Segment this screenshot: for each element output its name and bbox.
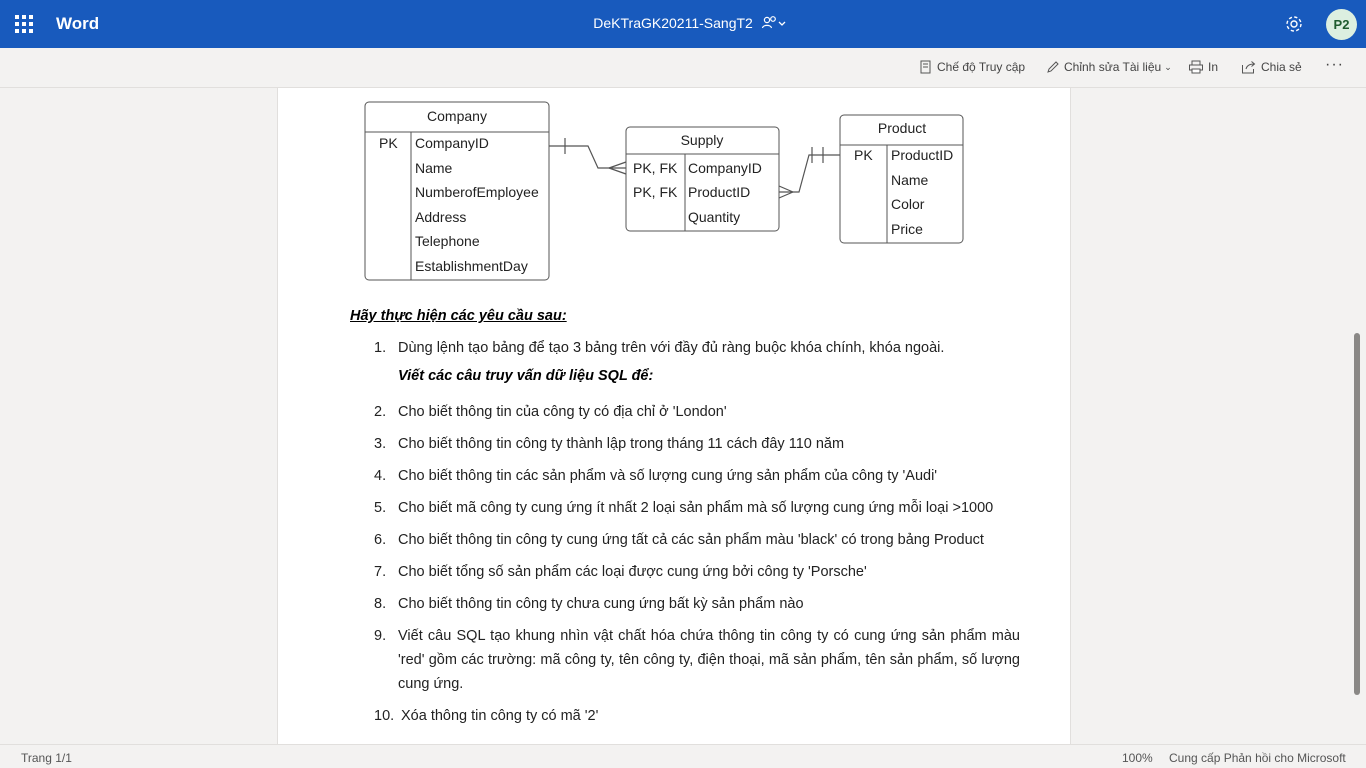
user-avatar[interactable]: P2 <box>1326 9 1357 40</box>
company-field: Address <box>415 209 466 225</box>
er-diagram: Company PK CompanyID Name NumberofEmploy… <box>364 101 964 281</box>
page-count: Trang 1/1 <box>21 751 72 765</box>
document-title[interactable]: DeKTraGK20211-SangT2 <box>560 15 820 33</box>
product-entity: Product PK ProductID Name Color Price <box>839 114 964 244</box>
app-name[interactable]: Word <box>56 14 99 34</box>
status-bar: Trang 1/1 100% Cung cấp Phản hồi cho Mic… <box>0 744 1366 768</box>
list-item-text: Cho biết thông tin các sản phẩm và số lư… <box>398 468 938 484</box>
product-title: Product <box>878 120 926 136</box>
list-item-number: 9. <box>374 628 387 644</box>
document-page: Company PK CompanyID Name NumberofEmploy… <box>277 88 1071 744</box>
share-button[interactable]: Chia sẻ <box>1241 60 1302 74</box>
company-field: Telephone <box>415 233 480 249</box>
list-item-text: Cho biết thông tin công ty cung ứng tất … <box>398 532 984 548</box>
list-item-number: 3. <box>374 436 387 452</box>
supply-key: PK, FK <box>633 184 678 200</box>
chevron-down-icon: ⌄ <box>1164 61 1172 72</box>
share-label: Chia sẻ <box>1261 60 1302 74</box>
company-title: Company <box>427 108 487 124</box>
list-item-number: 1. <box>374 340 387 356</box>
share-icon <box>1242 61 1256 74</box>
accessibility-mode-label: Chế độ Truy cập <box>937 60 1026 74</box>
product-key: PK <box>854 147 873 163</box>
list-item-text: Cho biết tổng số sản phẩm các loại được … <box>398 564 867 580</box>
list-item-text: Cho biết thông tin công ty thành lập tro… <box>398 436 845 452</box>
product-field: ProductID <box>891 147 953 163</box>
edit-document-label: Chỉnh sửa Tài liệu <box>1064 60 1162 74</box>
list-item-number: 10. <box>374 708 395 724</box>
list-item-text: Cho biết thông tin của công ty có địa ch… <box>398 404 727 420</box>
document-title-text[interactable]: DeKTraGK20211-SangT2 <box>593 15 753 31</box>
list-item-text: Dùng lệnh tạo bảng để tạo 3 bảng trên vớ… <box>398 340 945 356</box>
product-field: Price <box>891 221 923 237</box>
list-item-number: 7. <box>374 564 387 580</box>
company-key: PK <box>379 135 398 151</box>
supply-key: PK, FK <box>633 160 678 176</box>
document-reader-icon <box>920 60 931 74</box>
app-launcher-icon[interactable] <box>14 14 34 34</box>
sql-subheading: Viết các câu truy vấn dữ liệu SQL để: <box>398 368 654 384</box>
zoom-level[interactable]: 100% <box>1122 751 1153 765</box>
supply-field: Quantity <box>688 209 740 225</box>
app-bar: Word DeKTraGK20211-SangT2 P2 <box>0 0 1366 48</box>
supply-field: CompanyID <box>688 160 762 176</box>
list-item-number: 2. <box>374 404 387 420</box>
supply-title: Supply <box>681 132 724 148</box>
list-item-number: 8. <box>374 596 387 612</box>
list-item-number: 4. <box>374 468 387 484</box>
more-options-icon[interactable]: ··· <box>1325 56 1344 74</box>
people-icon[interactable] <box>761 15 787 33</box>
print-button[interactable]: In <box>1188 60 1218 74</box>
document-canvas[interactable]: Company PK CompanyID Name NumberofEmploy… <box>0 88 1366 744</box>
accessibility-mode-button[interactable]: Chế độ Truy cập <box>919 60 1025 74</box>
product-field: Name <box>891 172 929 188</box>
list-item-number: 6. <box>374 532 387 548</box>
company-field: EstablishmentDay <box>415 258 528 274</box>
printer-icon <box>1189 60 1203 74</box>
print-label: In <box>1208 60 1219 74</box>
list-item-text: Viết câu SQL tạo khung nhìn vật chất hóa… <box>398 628 1020 692</box>
list-item-text: Xóa thông tin công ty có mã '2' <box>401 708 599 724</box>
edit-document-button[interactable]: Chỉnh sửa Tài liệu ⌄ <box>1046 60 1172 74</box>
list-item-text: Cho biết thông tin công ty chưa cung ứng… <box>398 596 804 612</box>
requirements-heading: Hãy thực hiện các yêu cầu sau: <box>350 308 567 324</box>
command-bar: Chế độ Truy cập Chỉnh sửa Tài liệu ⌄ In … <box>0 48 1366 88</box>
company-field: Name <box>415 160 453 176</box>
company-field: NumberofEmployee <box>415 184 539 200</box>
vertical-scrollbar[interactable] <box>1354 333 1360 695</box>
list-item-number: 5. <box>374 500 387 516</box>
feedback-link[interactable]: Cung cấp Phản hồi cho Microsoft <box>1169 751 1346 765</box>
pencil-icon <box>1047 61 1059 73</box>
product-field: Color <box>891 196 925 212</box>
supply-entity: Supply PK, FK PK, FK CompanyID ProductID… <box>625 126 780 232</box>
company-entity: Company PK CompanyID Name NumberofEmploy… <box>364 101 550 281</box>
supply-field: ProductID <box>688 184 750 200</box>
settings-gear-icon[interactable] <box>1283 13 1305 35</box>
company-field: CompanyID <box>415 135 489 151</box>
list-item-text: Cho biết mã công ty cung ứng ít nhất 2 l… <box>398 500 994 516</box>
